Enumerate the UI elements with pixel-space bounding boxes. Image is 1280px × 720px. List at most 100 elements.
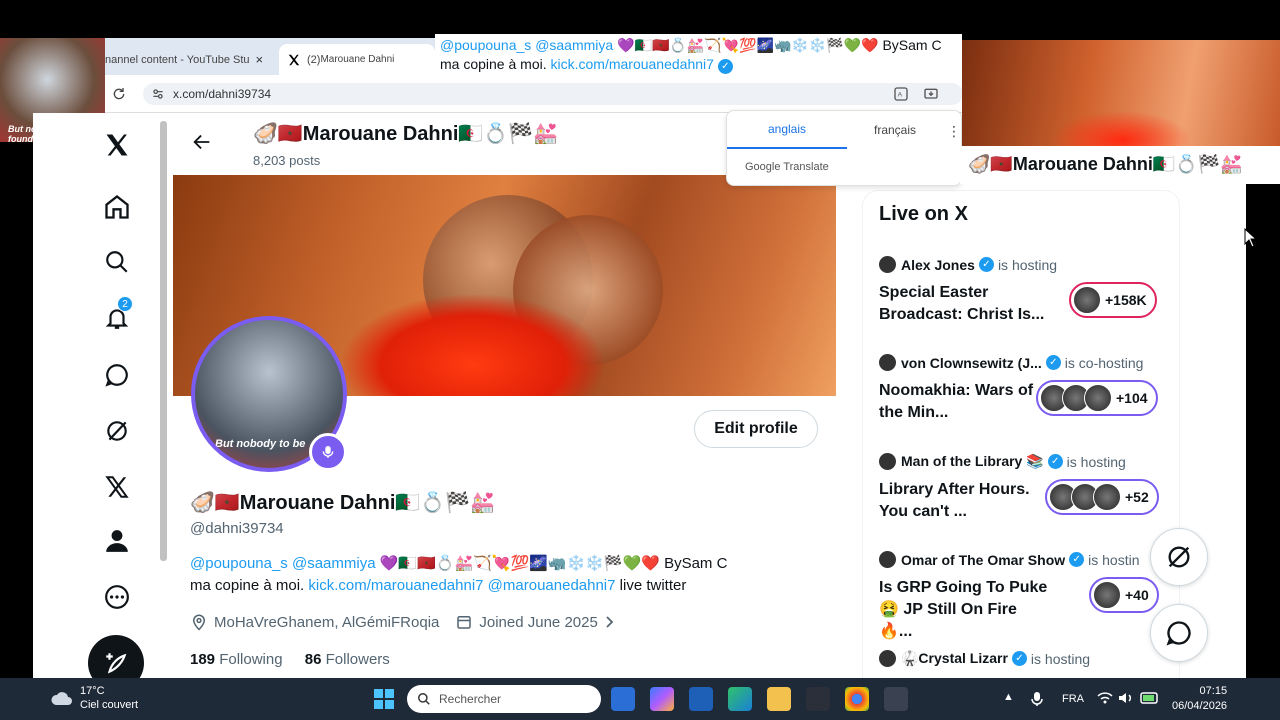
live-space-title: Library After Hours. You can't ... (879, 481, 1030, 520)
audio-app-icon[interactable] (806, 687, 830, 711)
volume-icon[interactable] (1118, 691, 1134, 705)
host-name: Alex Jones (901, 256, 975, 273)
verified-badge-icon: ✓ (1011, 651, 1027, 666)
verified-badge-icon: ✓ (1069, 552, 1085, 567)
show-hidden-icons[interactable]: ▲ (1003, 691, 1014, 703)
bio-link[interactable]: kick.com/marouanedahni7 (308, 577, 483, 594)
live-listener-pill[interactable]: +52 (1045, 479, 1159, 515)
windows-start-icon[interactable] (373, 688, 395, 710)
clock-time: 07:15 (1199, 685, 1228, 697)
outlook-icon[interactable] (689, 687, 713, 711)
location-pin-icon (192, 614, 206, 631)
translate-icon[interactable]: A (893, 86, 909, 102)
overlay-text: ma copine à moi. (440, 56, 547, 72)
host-avatar (879, 256, 896, 273)
reload-icon[interactable] (111, 86, 127, 102)
tab-x-profile[interactable]: (2) Marouane Dahni (279, 44, 435, 75)
url-text: x.com/dahni39734 (173, 87, 272, 101)
nav-more[interactable] (93, 573, 141, 621)
header-post-count: 8,203 posts (253, 153, 321, 168)
nav-premium[interactable] (93, 463, 141, 511)
address-bar: x.com/dahni39734 A (105, 75, 965, 113)
bio-mention[interactable]: @saammiya (292, 555, 376, 572)
nav-profile[interactable] (93, 517, 141, 565)
chevron-right-icon (606, 616, 614, 628)
windows-taskbar: 17°C Ciel couvert Rechercher ▲ FRA 07:15… (0, 678, 1280, 720)
translate-source-lang[interactable]: anglais (727, 111, 847, 149)
name-text-overlay: 🦪🇲🇦Marouane Dahni🇩🇿💍🏁💒 (960, 146, 1280, 184)
close-tab-icon[interactable]: × (256, 52, 264, 67)
grok-fab-button[interactable] (1150, 528, 1208, 586)
microphone-icon (322, 446, 334, 458)
live-space-item[interactable]: von Clownsewitz (J... ✓ is co-hosting Noom… (879, 354, 1169, 421)
host-name: 🥋Crystal Lizarr (901, 650, 1008, 666)
host-status: is hosting (1066, 453, 1126, 470)
host-avatar (879, 453, 896, 470)
messages-fab-button[interactable] (1150, 604, 1208, 662)
scrollbar[interactable] (160, 121, 167, 561)
video-overlay-banner (962, 40, 1280, 170)
nav-grok-ai[interactable] (93, 407, 141, 455)
input-language[interactable]: FRA (1062, 693, 1084, 705)
site-info-icon[interactable] (151, 87, 165, 101)
tab-label: nannel content - YouTube Stu (105, 53, 250, 66)
live-space-item[interactable]: Alex Jones ✓ is hosting Special Easter Bro… (879, 256, 1169, 323)
host-name: von Clownsewitz (J... (901, 354, 1042, 371)
back-button[interactable] (191, 131, 213, 153)
live-listener-pill[interactable]: +158K (1069, 282, 1157, 318)
live-space-item[interactable]: Omar of The Omar Show ✓ is hostin Is GRP G… (879, 551, 1169, 640)
nav-grok[interactable] (93, 351, 141, 399)
header-display-name: 🦪🇲🇦Marouane Dahni🇩🇿💍🏁💒 (253, 123, 558, 145)
x-home-logo[interactable] (93, 121, 141, 169)
live-listener-pill[interactable]: +104 (1036, 380, 1158, 416)
host-avatar (879, 650, 896, 667)
chat-bubble-icon (1166, 621, 1191, 646)
nav-notifications[interactable]: 2 (93, 294, 141, 342)
copilot-icon[interactable] (650, 687, 674, 711)
grok-icon (1168, 546, 1190, 568)
taskbar-search[interactable]: Rechercher (407, 685, 601, 713)
spaces-live-badge[interactable] (309, 433, 347, 471)
nav-explore[interactable] (93, 238, 141, 286)
following-link[interactable]: 189 Following (190, 651, 283, 668)
x-logo-icon (106, 134, 128, 156)
microphone-icon[interactable] (1030, 691, 1044, 707)
chrome-icon[interactable] (845, 687, 869, 711)
install-app-icon[interactable] (923, 86, 939, 102)
wifi-icon[interactable] (1097, 691, 1113, 705)
translate-target-lang[interactable]: français (847, 111, 943, 149)
x-logo-icon (288, 54, 300, 65)
grok-icon (107, 421, 127, 441)
edge-icon[interactable] (728, 687, 752, 711)
compose-post-button[interactable] (88, 635, 144, 678)
listener-avatar (1093, 483, 1121, 511)
bio-mention[interactable]: @marouanedahni7 (488, 577, 616, 594)
app-icon-editor[interactable] (611, 687, 635, 711)
live-space-title: Special Easter Broadcast: Christ Is... (879, 284, 1045, 323)
battery-icon[interactable] (1140, 692, 1160, 704)
taskbar-clock[interactable]: 07:15 06/04/2026 (1172, 684, 1227, 714)
nav-home[interactable] (93, 183, 141, 231)
weather-widget[interactable]: 17°C Ciel couvert (50, 684, 138, 712)
followers-link[interactable]: 86 Followers (305, 651, 390, 668)
file-explorer-icon[interactable] (767, 687, 791, 711)
host-status: is hostin (1088, 551, 1140, 568)
following-count: 189 (190, 651, 216, 668)
settings-app-icon[interactable] (884, 687, 908, 711)
weather-condition: Ciel couvert (80, 699, 139, 711)
live-space-title: Noomakhia: Wars of the Min... (879, 382, 1034, 421)
tab-label: (2) (307, 53, 321, 66)
x-premium-icon (105, 476, 129, 498)
profile-column: 🦪🇲🇦Marouane Dahni🇩🇿💍🏁💒 8,203 posts But n… (173, 113, 836, 678)
bio-mention[interactable]: @poupouna_s (190, 555, 288, 572)
live-space-item[interactable]: Man of the Library 📚 ✓ is hosting Library … (879, 453, 1169, 520)
live-listener-pill[interactable]: +40 (1089, 577, 1159, 613)
url-field[interactable]: x.com/dahni39734 A (143, 83, 963, 105)
listener-count: +52 (1125, 489, 1149, 505)
profile-meta: MoHaVreGhanem, AlGémiFRoqia Joined June … (190, 613, 616, 631)
edit-profile-button[interactable]: Edit profile (694, 410, 818, 448)
live-space-host: Omar of The Omar Show ✓ is hostin (879, 551, 1169, 568)
more-vert-icon[interactable]: ⋮ (947, 123, 961, 140)
tab-youtube-studio[interactable]: nannel content - YouTube Stu × (105, 44, 275, 75)
live-space-item[interactable]: 🥋Crystal Lizarr ✓ is hosting (879, 650, 1169, 667)
